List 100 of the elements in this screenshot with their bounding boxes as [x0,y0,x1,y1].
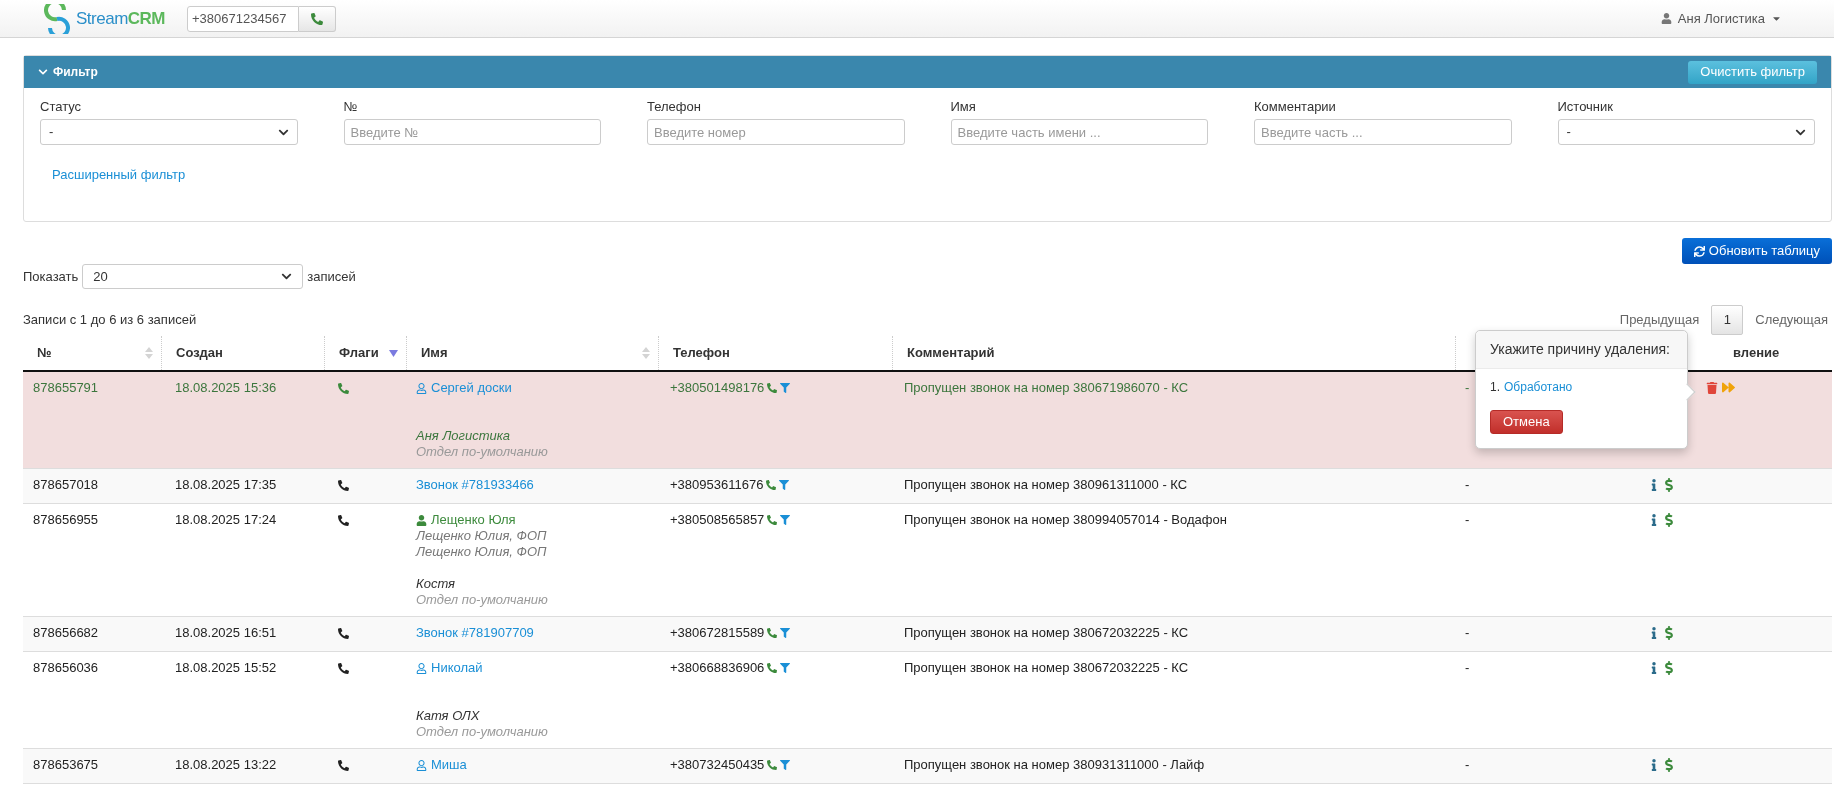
sort-descending-icon[interactable] [389,349,398,357]
column-header[interactable]: вление [1733,343,1780,363]
table-cell: Пропущен звонок на номер 380672032225 - КС [904,625,1189,640]
advanced-filter-link[interactable]: Расширенный фильтр [52,165,186,185]
table-cell: - [1465,625,1470,640]
department-name: Отдел по-умолчанию [416,724,549,740]
reason-link[interactable]: Обработано [1504,378,1573,396]
table-cell: Пропущен звонок на номер 380961311000 - КС [904,477,1188,492]
dollar-icon[interactable] [1662,626,1676,640]
filter-icon[interactable] [780,628,791,638]
table-cell: 878657018 [33,477,99,492]
table-cell: 18.08.2025 15:52 [175,660,277,675]
phone-icon [311,12,323,25]
table-cell: +380501498176 [670,380,765,396]
phone-icon [338,628,349,639]
phone-icon [338,760,349,771]
table-cell: 878653675 [33,757,99,772]
user-menu[interactable]: Аня Логистика [1660,8,1782,29]
table-cell: +380953611676 [670,477,764,493]
refresh-icon [1693,245,1705,257]
field-label: № [343,98,359,116]
show-label: Показать [23,267,79,286]
filter-toggle[interactable]: Фильтр [38,63,98,81]
call-button[interactable] [299,5,336,32]
filter-icon[interactable] [780,383,791,393]
previous-page-button[interactable]: Предыдущая [1607,310,1712,330]
filter-icon[interactable] [780,760,791,770]
records-info: Записи с 1 до 6 из 6 записей [23,311,197,330]
table-cell: - [1465,380,1470,395]
field-label: Источник [1557,98,1614,116]
contact-link[interactable]: Николай [416,660,483,676]
phone-icon [338,515,349,526]
phone-icon[interactable] [767,515,778,525]
text-field[interactable]: Введите № [343,119,601,145]
column-header[interactable]: Комментарий [907,343,995,363]
popover-title: Укажите причину удаления: [1490,341,1670,357]
phone-icon[interactable] [766,480,777,490]
dollar-icon[interactable] [1662,661,1676,675]
column-header[interactable]: Флаги [339,343,379,363]
refresh-table-button[interactable]: Обновить таблицу [1681,238,1832,264]
table-cell: 878656955 [33,512,99,527]
phone-icon[interactable] [767,760,778,770]
select-field[interactable]: - [1557,119,1815,145]
phone-icon [338,480,349,491]
table-cell: - [1465,660,1470,675]
table-cell: Пропущен звонок на номер 380671986070 - КС [904,380,1189,395]
text-field[interactable]: Введите часть имени ... [950,119,1208,145]
column-header[interactable]: № [37,343,52,363]
table-row[interactable]: 878653675 18.08.2025 13:22 Миша +380732450435 Пропущен звонок на номер 380931311000 - Лайф - [23,749,1832,784]
user-outline-icon [416,759,427,771]
reason-number: 1. [1490,379,1500,396]
table-cell: 878656682 [33,625,99,640]
table-cell: - [1465,757,1470,772]
manager-name: Катя ОЛХ [416,708,481,724]
user-icon [416,514,427,526]
dollar-icon[interactable] [1662,513,1676,527]
user-icon [1660,13,1672,24]
manager-name: Аня Логистика [416,428,512,444]
client-link[interactable]: Лещенко Юля [416,512,516,528]
company-name: Лещенко Юлия, ФОП [416,544,548,560]
table-cell: +380668836906 [670,660,765,676]
page-button[interactable]: 1 [1711,305,1744,335]
table-cell: Пропущен звонок на номер 380994057014 - Водафон [904,512,1227,527]
phone-icon[interactable] [767,663,778,673]
dollar-icon[interactable] [1662,478,1676,492]
delete-icon[interactable] [1706,381,1718,394]
department-name: Отдел по-умолчанию [416,592,549,608]
phone-dial-field[interactable]: +380671234567 [187,5,299,32]
column-header[interactable]: Телефон [673,343,730,363]
field-label: Статус [40,98,83,116]
page-size-select[interactable]: 20 [82,264,304,289]
phone-icon [338,383,349,394]
next-page-button[interactable]: Следующая [1743,310,1832,330]
column-header[interactable]: Имя [421,343,448,363]
table-cell: - [1465,477,1470,492]
phone-icon[interactable] [767,383,778,393]
table-cell: 878655791 [33,380,99,395]
user-outline-icon [416,382,427,394]
filter-icon[interactable] [779,480,790,490]
phone-icon [338,663,349,674]
department-name: Отдел по-умолчанию [416,444,549,460]
table-cell: 18.08.2025 17:24 [175,512,277,527]
dollar-icon[interactable] [1662,758,1676,772]
phone-icon[interactable] [767,628,778,638]
text-field[interactable]: Введите номер [647,119,905,145]
table-cell: 18.08.2025 15:36 [175,380,277,395]
table-cell: 878656036 [33,660,99,675]
filter-icon[interactable] [780,515,791,525]
column-header[interactable]: Создан [176,343,223,363]
cancel-button[interactable]: Отмена [1490,410,1563,434]
filter-icon[interactable] [780,663,791,673]
table-row[interactable]: 878657018 18.08.2025 17:35 Звонок #781933466 +380953611676 Пропущен звонок на номер 380961311000 - КС - [23,469,1832,504]
user-outline-icon [416,662,427,674]
select-field[interactable]: - [40,119,298,145]
table-cell: 18.08.2025 17:35 [175,477,277,492]
manager-name: Костя [416,576,457,592]
chevron-icon [281,271,293,282]
text-field[interactable]: Введите часть ... [1254,119,1512,145]
table-row[interactable]: 878656682 18.08.2025 16:51 Звонок #781907709 +380672815589 Пропущен звонок на номер 380672032225 - КС - [23,617,1832,652]
table-cell: 18.08.2025 16:51 [175,625,277,640]
